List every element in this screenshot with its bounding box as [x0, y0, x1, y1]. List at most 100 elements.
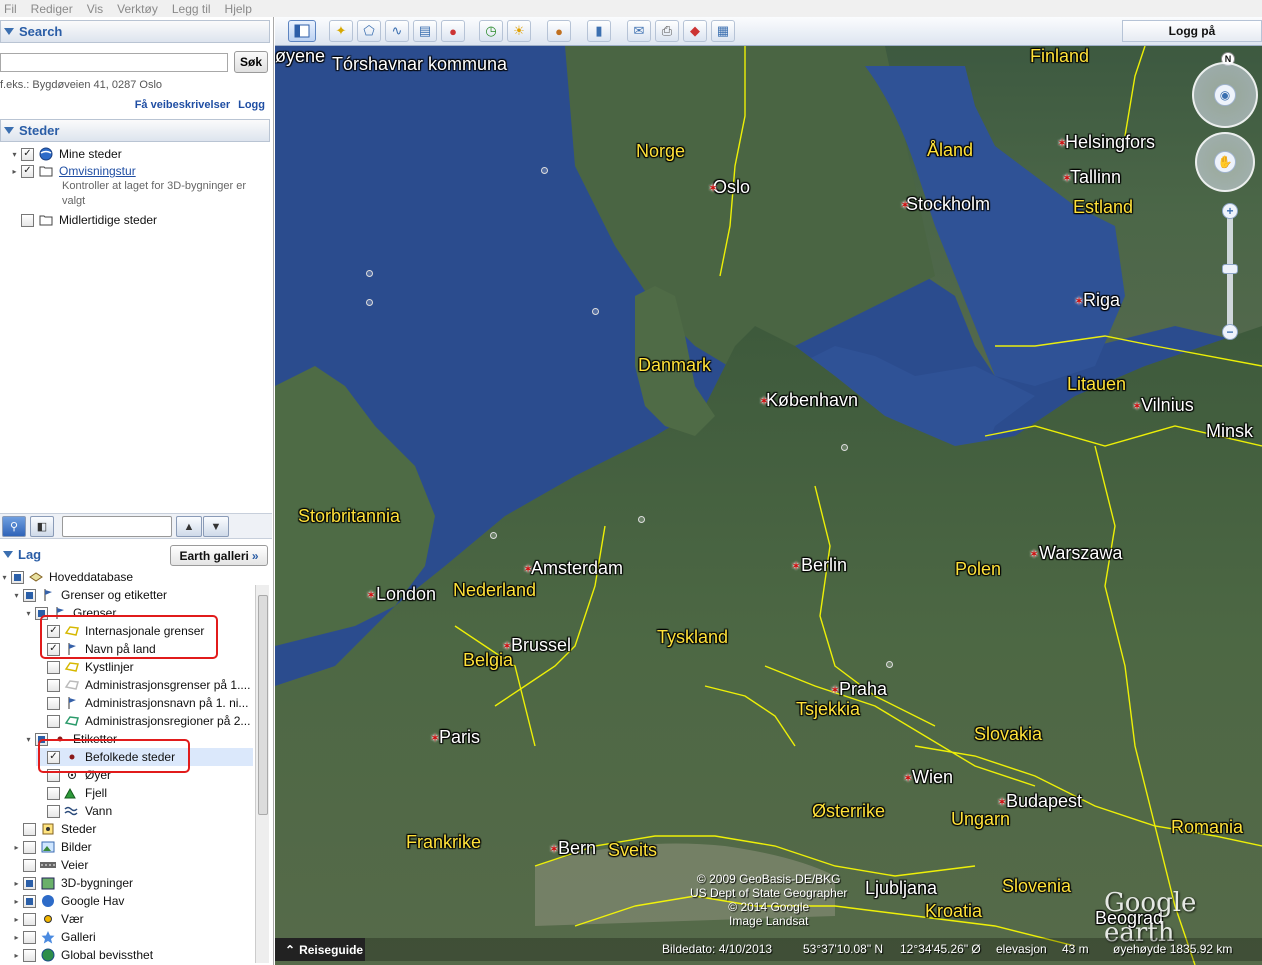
layer-item[interactable]: Vann	[36, 802, 112, 820]
layer-checkbox[interactable]	[23, 858, 36, 872]
menu-view[interactable]: Vis	[87, 2, 103, 16]
city-label[interactable]: Berlin	[801, 555, 847, 576]
city-marker-icon[interactable]: ✶	[1062, 172, 1074, 184]
tour-guide-button[interactable]: ⌃ Reiseguide	[275, 938, 365, 961]
polygon-button[interactable]: ⬠	[357, 20, 381, 42]
places-filter-input[interactable]	[62, 516, 172, 537]
city-label[interactable]: Minsk	[1206, 421, 1253, 442]
search-button[interactable]: Søk	[234, 51, 268, 73]
save-image-button[interactable]: ▦	[711, 20, 735, 42]
layer-checkbox[interactable]	[47, 804, 60, 818]
overlay-button[interactable]: ▤	[413, 20, 437, 42]
move-up-button[interactable]: ▲	[176, 516, 202, 537]
city-label[interactable]: London	[376, 584, 436, 605]
layer-item[interactable]: ▸ Bilder	[12, 838, 91, 856]
menu-help[interactable]: Hjelp	[225, 2, 252, 16]
layer-checkbox[interactable]	[47, 678, 60, 692]
city-label[interactable]: Wien	[912, 767, 953, 788]
layer-checkbox[interactable]	[23, 822, 36, 836]
city-label[interactable]: Helsingfors	[1065, 132, 1155, 153]
layer-item[interactable]: Veier	[12, 856, 88, 874]
places-panel-header[interactable]: Steder	[0, 119, 270, 142]
city-label[interactable]: København	[766, 390, 858, 411]
city-marker-icon[interactable]: ✶	[430, 732, 442, 744]
layer-item[interactable]: ▸ Global bevissthet	[12, 946, 153, 964]
search-panel-header[interactable]: Search	[0, 20, 270, 43]
expand-icon[interactable]: ▾	[10, 150, 19, 159]
city-marker-icon[interactable]: ✶	[549, 843, 561, 855]
layer-item[interactable]: ▸ 3D-bygninger	[12, 874, 133, 892]
map-view[interactable]: Finland Norge Åland Estland Danmark Litauen St…	[275, 46, 1262, 965]
country-label[interactable]: Storbritannia	[298, 506, 400, 527]
move-down-button[interactable]: ▼	[203, 516, 229, 537]
layer-item[interactable]: Administrasjonsregioner på 2...	[36, 712, 250, 730]
expand-icon[interactable]: ▸	[12, 843, 21, 852]
expand-icon[interactable]: ▸	[12, 897, 21, 906]
expand-icon[interactable]: ▸	[12, 915, 21, 924]
layer-checkbox[interactable]	[23, 876, 36, 890]
city-marker-icon[interactable]: ✶	[759, 395, 771, 407]
place-dot-icon[interactable]	[886, 661, 893, 668]
directions-link[interactable]: Få veibeskrivelser	[135, 99, 230, 111]
search-places-button[interactable]: ⚲	[2, 516, 26, 537]
layer-item[interactable]: ▸ Vær	[12, 910, 83, 928]
country-label[interactable]: Danmark	[638, 355, 711, 376]
country-label[interactable]: Norge	[636, 141, 685, 162]
city-label[interactable]: Brussel	[511, 635, 571, 656]
menu-tools[interactable]: Verktøy	[117, 2, 158, 16]
sidebar-toggle-button[interactable]	[288, 20, 316, 42]
city-marker-icon[interactable]: ✶	[791, 560, 803, 572]
place-dot-icon[interactable]	[638, 516, 645, 523]
checkbox[interactable]: ✓	[21, 147, 34, 161]
city-label[interactable]: Ljubljana	[865, 878, 937, 899]
layers-panel-header[interactable]: Lag	[0, 543, 166, 566]
country-label[interactable]: Tsjekkia	[796, 699, 860, 720]
layers-scrollbar[interactable]	[255, 585, 269, 963]
country-label[interactable]: Frankrike	[406, 832, 481, 853]
place-dot-icon[interactable]	[841, 444, 848, 451]
country-label[interactable]: Sveits	[608, 840, 657, 861]
expand-icon[interactable]: ▸	[12, 879, 21, 888]
city-label[interactable]: Tallinn	[1070, 167, 1121, 188]
city-label[interactable]: Warszawa	[1039, 543, 1122, 564]
print-button[interactable]: ⎙	[655, 20, 679, 42]
layer-checkbox[interactable]	[23, 930, 36, 944]
search-input[interactable]	[0, 53, 228, 72]
city-label[interactable]: øyene	[275, 46, 325, 67]
history-link[interactable]: Logg	[238, 99, 265, 111]
country-label[interactable]: Ungarn	[951, 809, 1010, 830]
country-label[interactable]: Litauen	[1067, 374, 1126, 395]
place-dot-icon[interactable]	[490, 532, 497, 539]
city-marker-icon[interactable]: ✶	[900, 199, 912, 211]
checkbox[interactable]: ✓	[21, 164, 34, 178]
historical-imagery-button[interactable]: ◷	[479, 20, 503, 42]
country-label[interactable]: Kroatia	[925, 901, 982, 922]
country-label[interactable]: Romania	[1171, 817, 1243, 838]
layer-checkbox[interactable]	[47, 786, 60, 800]
city-marker-icon[interactable]: ✶	[366, 589, 378, 601]
layer-item[interactable]: Administrasjonsgrenser på 1....	[36, 676, 250, 694]
collapse-icon[interactable]: ▾	[24, 735, 33, 744]
move-joystick[interactable]: ✋	[1195, 132, 1255, 192]
layer-checkbox[interactable]	[47, 696, 60, 710]
layer-checkbox[interactable]	[47, 660, 60, 674]
city-label[interactable]: Tórshavnar kommuna	[332, 54, 507, 75]
sunlight-button[interactable]: ☀	[507, 20, 531, 42]
earth-gallery-button[interactable]: Earth galleri »	[170, 545, 268, 566]
country-label[interactable]: Estland	[1073, 197, 1133, 218]
country-label[interactable]: Belgia	[463, 650, 513, 671]
place-dot-icon[interactable]	[366, 299, 373, 306]
collapse-icon[interactable]: ▾	[24, 609, 33, 618]
layer-checkbox[interactable]	[23, 840, 36, 854]
country-label[interactable]: Slovenia	[1002, 876, 1071, 897]
place-dot-icon[interactable]	[541, 167, 548, 174]
panel-toggle-button[interactable]: ◧	[30, 516, 54, 537]
placemark-button[interactable]: ✦	[329, 20, 353, 42]
layer-item[interactable]: Administrasjonsnavn på 1. ni...	[36, 694, 248, 712]
city-marker-icon[interactable]: ✶	[1057, 137, 1069, 149]
expand-icon[interactable]: ▸	[12, 933, 21, 942]
city-label[interactable]: Stockholm	[906, 194, 990, 215]
city-marker-icon[interactable]: ✶	[903, 772, 915, 784]
maps-button[interactable]: ◆	[683, 20, 707, 42]
place-dot-icon[interactable]	[592, 308, 599, 315]
